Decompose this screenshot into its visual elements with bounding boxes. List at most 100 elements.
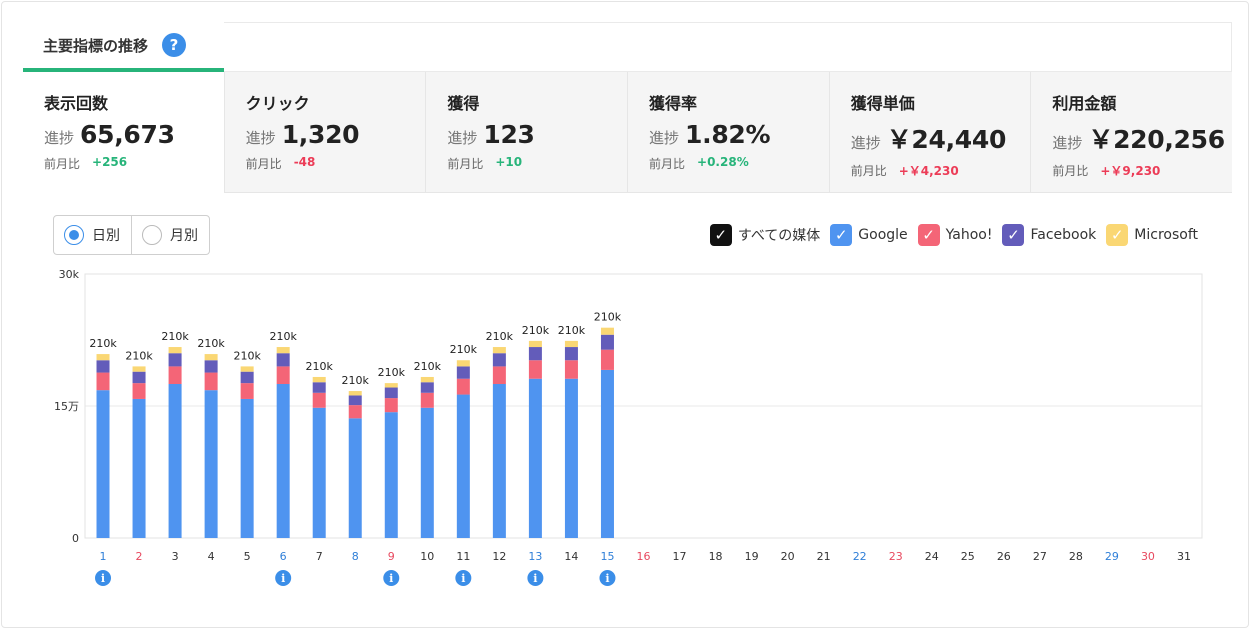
x-tick-label: 30 <box>1141 550 1155 563</box>
bar-segment-yahoo <box>168 366 182 384</box>
bar-segment-microsoft <box>384 383 398 388</box>
x-tick-label: 18 <box>709 550 723 563</box>
bar-total-label: 210k <box>342 374 370 387</box>
bar-segment-facebook <box>384 387 398 399</box>
legend-google[interactable]: ✓ Google <box>830 224 908 246</box>
bar-segment-yahoo <box>600 349 614 370</box>
kpi-card-clicks[interactable]: クリック 進捗 1,320 前月比 -48 <box>224 72 427 193</box>
checkbox-checked-icon[interactable]: ✓ <box>830 224 853 246</box>
legend-microsoft[interactable]: ✓ Microsoft <box>1106 224 1198 246</box>
bar-segment-yahoo <box>204 372 218 391</box>
kpi-name: 獲得 <box>447 94 480 113</box>
y-tick-label: 30k <box>59 268 80 281</box>
bar-segment-yahoo <box>420 392 434 408</box>
bar-total-label: 210k <box>486 330 514 343</box>
x-tick-label: 2 <box>136 550 143 563</box>
bar-segment-facebook <box>564 347 578 361</box>
kpi-card-conversion-rate[interactable]: 獲得率 進捗 1.82% 前月比 +0.28% <box>628 72 830 193</box>
kpi-progress-label: 進捗 <box>44 129 75 147</box>
kpi-value: 1,320 <box>281 120 360 149</box>
x-tick-label: 12 <box>492 550 506 563</box>
x-tick-label: 17 <box>673 550 687 563</box>
help-icon[interactable]: ? <box>162 33 187 57</box>
legend-label: すべての媒体 <box>737 228 821 244</box>
bar-segment-microsoft <box>600 327 614 335</box>
bar-total-label: 210k <box>558 324 586 337</box>
x-tick-label: 26 <box>997 550 1011 563</box>
bar-segment-google <box>492 384 506 538</box>
radio-unchecked-icon[interactable] <box>142 225 162 245</box>
bar-total-label: 210k <box>161 330 189 343</box>
kpi-compare-label: 前月比 <box>850 164 887 178</box>
bar-segment-facebook <box>420 382 434 393</box>
checkbox-checked-icon[interactable]: ✓ <box>1002 224 1025 246</box>
x-tick-label: 8 <box>352 550 359 563</box>
x-tick-label: 25 <box>961 550 975 563</box>
x-tick-label: 4 <box>208 550 215 563</box>
kpi-compare-label: 前月比 <box>649 157 686 171</box>
bar-segment-microsoft <box>456 360 470 367</box>
bar-segment-google <box>528 378 542 538</box>
checkbox-checked-icon[interactable]: ✓ <box>1106 224 1129 246</box>
kpi-cards: 表示回数 進捗 65,673 前月比 +256 クリック 進捗 1,320 前月比 -4… <box>23 72 1233 193</box>
radio-checked-icon[interactable] <box>64 225 84 245</box>
legend-yahoo[interactable]: ✓ Yahoo! <box>917 224 992 246</box>
kpi-progress-label: 進捗 <box>1052 134 1083 152</box>
legend-label: Google <box>858 227 908 243</box>
bar-total-label: 210k <box>378 366 406 379</box>
bar-segment-yahoo <box>564 360 578 379</box>
info-icon-glyph: i <box>461 572 465 585</box>
info-icon-glyph: i <box>101 572 105 585</box>
bar-segment-yahoo <box>492 366 506 384</box>
kpi-name: 獲得単価 <box>850 94 915 113</box>
kpi-value: 65,673 <box>80 120 175 149</box>
bar-segment-google <box>204 390 218 538</box>
kpi-card-impressions[interactable]: 表示回数 進捗 65,673 前月比 +256 <box>23 72 225 193</box>
bar-segment-facebook <box>96 360 110 373</box>
kpi-card-spend[interactable]: 利用金額 進捗 ￥220,256 前月比 +￥9,230 <box>1031 72 1233 193</box>
x-tick-label: 5 <box>244 550 251 563</box>
bar-segment-google <box>600 369 614 538</box>
kpi-delta: +256 <box>92 155 128 169</box>
bar-segment-facebook <box>492 353 506 367</box>
x-tick-label: 22 <box>853 550 867 563</box>
bar-total-label: 210k <box>594 311 622 324</box>
x-tick-label: 31 <box>1177 550 1191 563</box>
bar-segment-facebook <box>132 371 146 384</box>
x-tick-label: 27 <box>1033 550 1047 563</box>
monthly-option[interactable]: 月別 <box>131 216 209 254</box>
checkbox-checked-icon[interactable]: ✓ <box>917 224 940 246</box>
daily-option[interactable]: 日別 <box>54 216 131 254</box>
bar-segment-microsoft <box>312 376 326 383</box>
x-tick-label: 28 <box>1069 550 1083 563</box>
bar-segment-facebook <box>348 395 362 406</box>
bar-segment-facebook <box>240 371 254 384</box>
bar-segment-microsoft <box>240 366 254 372</box>
bar-segment-microsoft <box>528 340 542 348</box>
x-tick-label: 3 <box>172 550 179 563</box>
monthly-label: 月別 <box>170 228 198 244</box>
kpi-progress-label: 進捗 <box>447 129 478 147</box>
bar-segment-facebook <box>600 334 614 350</box>
bar-segment-facebook <box>528 347 542 361</box>
bar-total-label: 210k <box>306 360 334 373</box>
bar-total-label: 210k <box>450 343 478 356</box>
checkbox-checked-icon[interactable]: ✓ <box>709 224 732 246</box>
legend-all-media[interactable]: ✓ すべての媒体 <box>709 224 821 246</box>
info-icon-glyph: i <box>533 572 537 585</box>
bar-segment-microsoft <box>204 354 218 361</box>
legend-facebook[interactable]: ✓ Facebook <box>1002 224 1096 246</box>
kpi-compare-label: 前月比 <box>44 157 81 171</box>
bar-segment-google <box>564 378 578 538</box>
bar-segment-yahoo <box>456 378 470 395</box>
bar-segment-google <box>384 412 398 538</box>
info-icon-glyph: i <box>389 572 393 585</box>
kpi-value: 123 <box>483 120 535 149</box>
bar-segment-microsoft <box>348 391 362 396</box>
bar-segment-google <box>96 390 110 538</box>
bar-segment-microsoft <box>492 347 506 354</box>
kpi-card-conversions[interactable]: 獲得 進捗 123 前月比 +10 <box>426 72 629 193</box>
kpi-card-cpa[interactable]: 獲得単価 進捗 ￥24,440 前月比 +￥4,230 <box>829 72 1032 193</box>
kpi-name: 利用金額 <box>1052 94 1117 113</box>
section-tab[interactable]: 主要指標の推移 ? <box>23 22 224 72</box>
